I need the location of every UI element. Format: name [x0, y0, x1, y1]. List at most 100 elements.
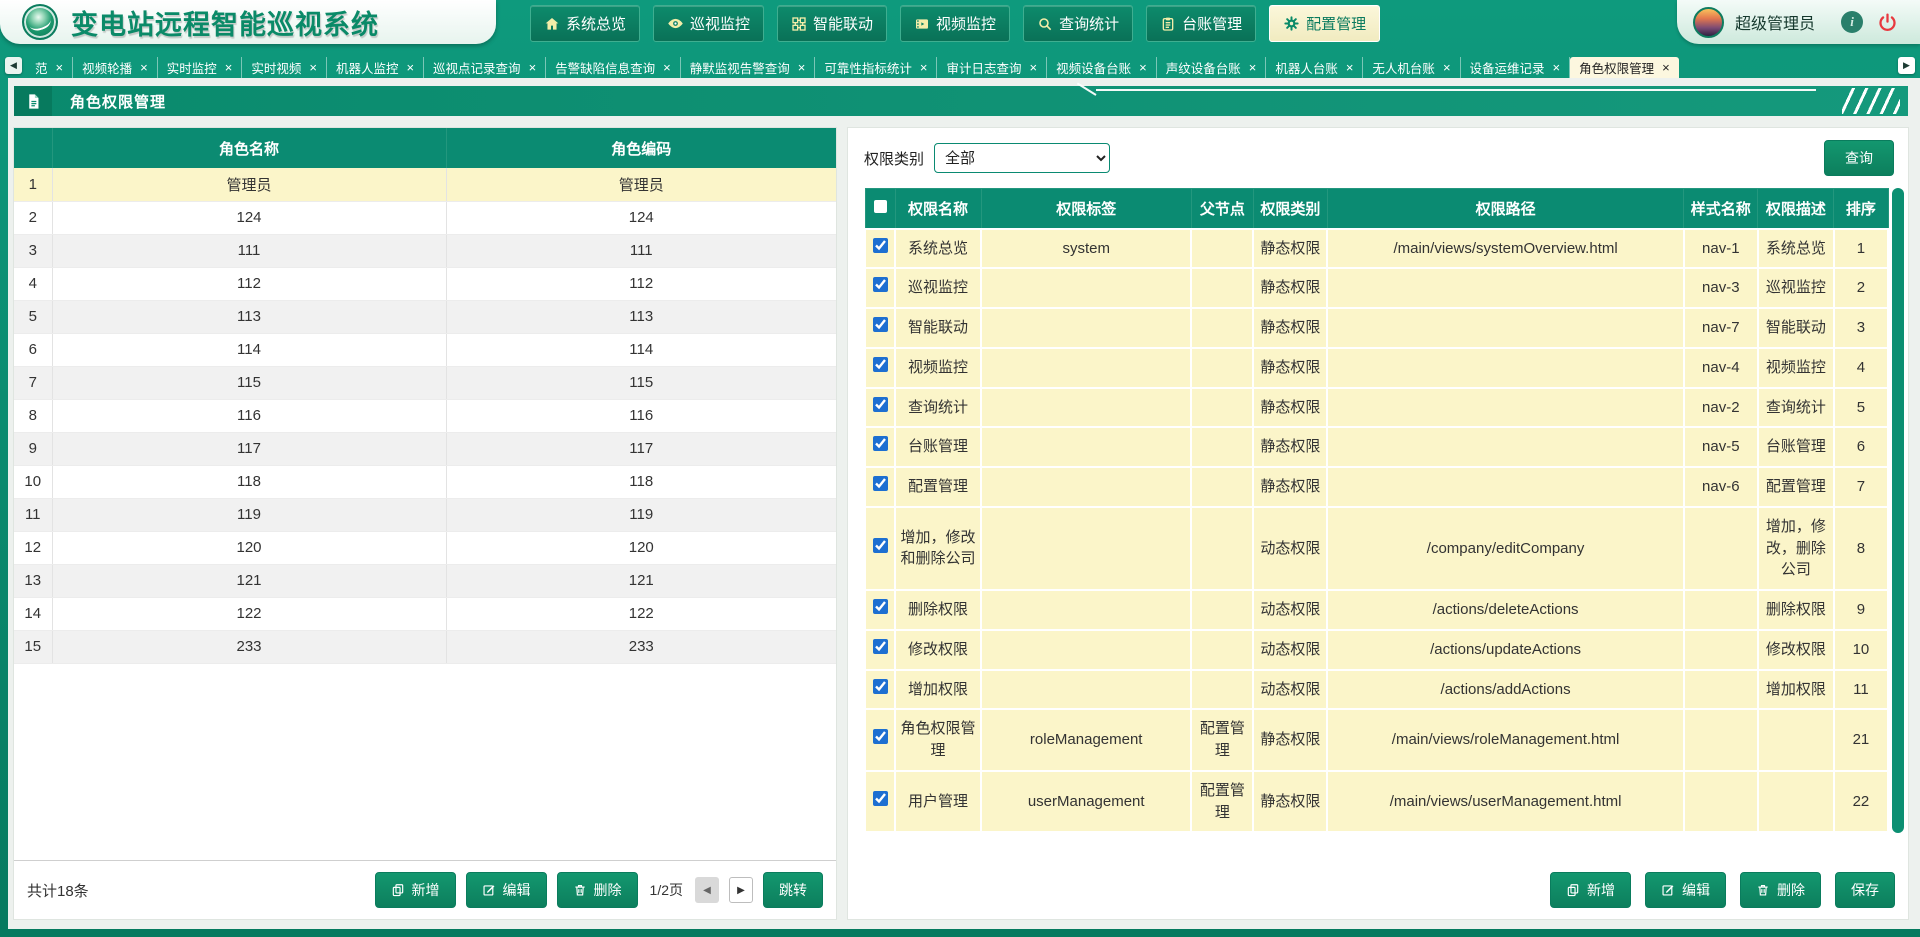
row-checkbox[interactable]: [873, 639, 888, 654]
scrollbar-thumb[interactable]: [1892, 188, 1904, 833]
tab-close-icon[interactable]: ×: [1662, 61, 1670, 74]
tab-close-icon[interactable]: ×: [663, 61, 671, 74]
tab[interactable]: 告警缺陷信息查询 ×: [546, 57, 681, 78]
role-row[interactable]: 2 124 124: [14, 201, 836, 234]
permission-row[interactable]: 角色权限管理 roleManagement 配置管理 静态权限 /main/vi…: [865, 709, 1888, 771]
jump-button[interactable]: 跳转: [763, 872, 823, 908]
role-row[interactable]: 3 111 111: [14, 234, 836, 267]
tab-close-icon[interactable]: ×: [920, 61, 928, 74]
row-checkbox[interactable]: [873, 476, 888, 491]
tab-close-icon[interactable]: ×: [798, 61, 806, 74]
permission-type-select[interactable]: 全部: [934, 143, 1110, 173]
tab-scroll-right-icon[interactable]: ▶: [1898, 57, 1915, 74]
row-checkbox[interactable]: [873, 238, 888, 253]
nav-inspection-monitor[interactable]: 巡视监控: [653, 5, 764, 42]
power-logout-icon[interactable]: [1877, 12, 1898, 33]
role-row[interactable]: 10 118 118: [14, 465, 836, 498]
role-row[interactable]: 9 117 117: [14, 432, 836, 465]
tab[interactable]: 角色权限管理 ×: [1570, 57, 1679, 78]
role-delete-button[interactable]: 删除: [557, 872, 638, 908]
permission-row[interactable]: 视频监控 静态权限 nav-4 视频监控 4: [865, 348, 1888, 388]
row-checkbox[interactable]: [873, 599, 888, 614]
permission-row[interactable]: 查询统计 静态权限 nav-2 查询统计 5: [865, 388, 1888, 428]
tab-close-icon[interactable]: ×: [406, 61, 414, 74]
permission-row[interactable]: 智能联动 静态权限 nav-7 智能联动 3: [865, 308, 1888, 348]
tab-close-icon[interactable]: ×: [225, 61, 233, 74]
tab[interactable]: 静默监视告警查询 ×: [681, 57, 816, 78]
row-checkbox[interactable]: [873, 729, 888, 744]
role-row[interactable]: 12 120 120: [14, 531, 836, 564]
tab[interactable]: 设备运维记录 ×: [1461, 57, 1571, 78]
permission-row[interactable]: 台账管理 静态权限 nav-5 台账管理 6: [865, 427, 1888, 467]
role-row[interactable]: 13 121 121: [14, 564, 836, 597]
row-checkbox[interactable]: [873, 538, 888, 553]
role-row[interactable]: 6 114 114: [14, 333, 836, 366]
tab-close-icon[interactable]: ×: [1443, 61, 1451, 74]
row-checkbox[interactable]: [873, 397, 888, 412]
pager-next-icon[interactable]: ▶: [729, 877, 753, 903]
tab[interactable]: 机器人台账 ×: [1266, 57, 1363, 78]
nav-ledger-management[interactable]: 台账管理: [1146, 5, 1256, 42]
tab-close-icon[interactable]: ×: [1553, 61, 1561, 74]
tab[interactable]: 视频轮播 ×: [73, 57, 158, 78]
role-row[interactable]: 14 122 122: [14, 597, 836, 630]
role-row[interactable]: 8 116 116: [14, 399, 836, 432]
row-checkbox[interactable]: [873, 679, 888, 694]
row-checkbox[interactable]: [873, 317, 888, 332]
tab[interactable]: 巡视点记录查询 ×: [424, 57, 546, 78]
tab[interactable]: 审计日志查询 ×: [937, 57, 1047, 78]
tab[interactable]: 机器人监控 ×: [327, 57, 424, 78]
role-edit-button[interactable]: 编辑: [466, 872, 547, 908]
permission-row[interactable]: 用户管理 userManagement 配置管理 静态权限 /main/view…: [865, 771, 1888, 833]
tab-close-icon[interactable]: ×: [309, 61, 317, 74]
role-row[interactable]: 15 233 233: [14, 630, 836, 663]
row-checkbox[interactable]: [873, 357, 888, 372]
select-all-checkbox[interactable]: [865, 189, 895, 229]
permission-delete-button[interactable]: 删除: [1740, 872, 1821, 908]
nav-query-stats[interactable]: 查询统计: [1023, 5, 1133, 42]
tab[interactable]: 视频设备台账 ×: [1047, 57, 1157, 78]
tab[interactable]: 实时视频 ×: [242, 57, 327, 78]
permission-row[interactable]: 删除权限 动态权限 /actions/deleteActions 删除权限 9: [865, 590, 1888, 630]
nav-config-management[interactable]: 配置管理: [1269, 5, 1380, 42]
permission-row[interactable]: 配置管理 静态权限 nav-6 配置管理 7: [865, 467, 1888, 507]
table-scrollbar[interactable]: [1892, 188, 1904, 833]
info-icon[interactable]: i: [1841, 11, 1863, 33]
search-button[interactable]: 查询: [1824, 140, 1894, 176]
nav-smart-linkage[interactable]: 智能联动: [777, 5, 887, 42]
tab-close-icon[interactable]: ×: [1139, 61, 1147, 74]
role-row[interactable]: 5 113 113: [14, 300, 836, 333]
role-row[interactable]: 11 119 119: [14, 498, 836, 531]
role-add-button[interactable]: 新增: [375, 872, 456, 908]
tab-close-icon[interactable]: ×: [1030, 61, 1038, 74]
pager-prev-icon[interactable]: ◀: [695, 877, 719, 903]
role-row[interactable]: 4 112 112: [14, 267, 836, 300]
tab[interactable]: 无人机台账 ×: [1363, 57, 1460, 78]
tab-close-icon[interactable]: ×: [56, 61, 64, 74]
tab[interactable]: 范 ×: [26, 57, 73, 78]
row-checkbox[interactable]: [873, 791, 888, 806]
row-checkbox[interactable]: [873, 436, 888, 451]
tab[interactable]: 声纹设备台账 ×: [1157, 57, 1267, 78]
tab-close-icon[interactable]: ×: [1249, 61, 1257, 74]
permission-row[interactable]: 巡视监控 静态权限 nav-3 巡视监控 2: [865, 268, 1888, 308]
permission-row[interactable]: 增加，修改和删除公司 动态权限 /company/editCompany 增加，…: [865, 507, 1888, 590]
permission-edit-button[interactable]: 编辑: [1645, 872, 1726, 908]
tab[interactable]: 实时监控 ×: [158, 57, 243, 78]
tab-close-icon[interactable]: ×: [529, 61, 537, 74]
permission-row[interactable]: 系统总览 system 静态权限 /main/views/systemOverv…: [865, 229, 1888, 269]
row-checkbox[interactable]: [873, 277, 888, 292]
nav-system-overview[interactable]: 系统总览: [530, 5, 640, 42]
tab-close-icon[interactable]: ×: [1346, 61, 1354, 74]
tab-close-icon[interactable]: ×: [140, 61, 148, 74]
tab[interactable]: 可靠性指标统计 ×: [815, 57, 937, 78]
permission-row[interactable]: 增加权限 动态权限 /actions/addActions 增加权限 11: [865, 670, 1888, 710]
perm-order-cell: 10: [1834, 630, 1888, 670]
role-row[interactable]: 1 管理员 管理员: [14, 168, 836, 201]
permission-row[interactable]: 修改权限 动态权限 /actions/updateActions 修改权限 10: [865, 630, 1888, 670]
permission-add-button[interactable]: 新增: [1550, 872, 1631, 908]
save-button[interactable]: 保存: [1835, 872, 1895, 908]
role-row[interactable]: 7 115 115: [14, 366, 836, 399]
nav-video-monitor[interactable]: 视频监控: [900, 5, 1010, 42]
tab-scroll-left-icon[interactable]: ◀: [5, 57, 22, 74]
